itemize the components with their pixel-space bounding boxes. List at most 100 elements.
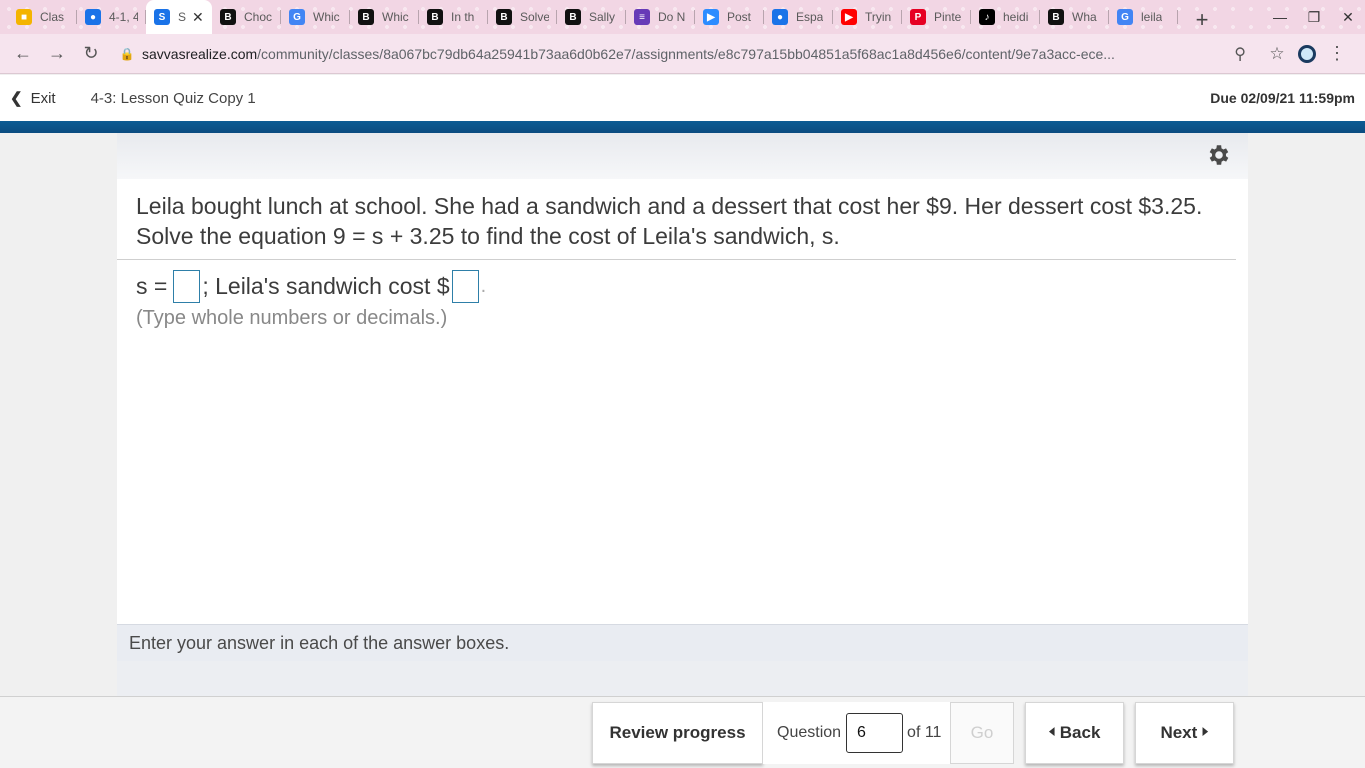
tab-title: heidi: [1003, 10, 1029, 24]
quiz-title: 4-3: Lesson Quiz Copy 1: [90, 89, 256, 107]
browser-tab[interactable]: B Choc: [212, 0, 281, 34]
restore-icon[interactable]: ❐: [1297, 0, 1331, 34]
forward-arrow-icon[interactable]: →: [40, 37, 74, 71]
answer-suffix: .: [480, 274, 487, 297]
url-host: savvasrealize.com: [142, 45, 258, 62]
question-toolstrip: [117, 133, 1248, 179]
tiktok-icon: ♪: [979, 9, 995, 25]
brainly-icon: B: [565, 9, 581, 25]
zoom-icon: ▶: [703, 9, 719, 25]
savvas-icon: S: [154, 9, 170, 25]
question-panel: Leila bought lunch at school. She had a …: [117, 133, 1248, 696]
instruction-bar: Enter your answer in each of the answer …: [117, 624, 1248, 661]
browser-tab[interactable]: P Pinte: [902, 0, 971, 34]
go-button[interactable]: Go: [950, 702, 1014, 764]
extension-icon[interactable]: [1292, 44, 1322, 63]
answer-hint: (Type whole numbers or decimals.): [136, 307, 448, 329]
exit-button[interactable]: ❮ Exit: [10, 89, 56, 108]
tab-title: Choc: [244, 10, 273, 24]
app-header: ❮ Exit 4-3: Lesson Quiz Copy 1 Due 02/09…: [0, 75, 1365, 121]
bookmark-star-icon[interactable]: ☆: [1262, 44, 1292, 64]
lock-icon: 🔒: [119, 46, 135, 61]
classroom-icon: ■: [16, 9, 32, 25]
brainly-icon: B: [427, 9, 443, 25]
google-icon: G: [289, 9, 305, 25]
browser-tab[interactable]: B In th: [419, 0, 488, 34]
exit-label: Exit: [30, 89, 56, 107]
next-button[interactable]: Next 🢒: [1135, 702, 1234, 764]
contacts-icon: ●: [772, 9, 788, 25]
question-number-input[interactable]: [846, 713, 904, 753]
tab-title: Solve: [520, 10, 549, 24]
tab-title: S: [178, 10, 187, 24]
close-tab-icon[interactable]: ✕: [192, 9, 204, 26]
tab-title: 4-1, 4: [109, 10, 138, 24]
tab-title: Pinte: [934, 10, 962, 24]
close-window-icon[interactable]: ✕: [1331, 0, 1365, 34]
arrow-right-icon: 🢒: [1202, 721, 1209, 741]
answer-line: s = ; Leila's sandwich cost $ .: [136, 269, 486, 303]
divider: [117, 259, 1236, 260]
pinterest-icon: P: [910, 9, 926, 25]
back-button[interactable]: 🢐 Back: [1025, 702, 1124, 764]
question-total: of 11: [907, 724, 942, 741]
browser-tab[interactable]: B Whic: [350, 0, 419, 34]
tab-title: Sally: [589, 10, 616, 24]
browser-tab[interactable]: ● Espa: [764, 0, 833, 34]
minimize-icon[interactable]: —: [1263, 0, 1297, 34]
question-text: Leila bought lunch at school. She had a …: [136, 193, 1203, 249]
address-toolbar: ← → ↻ 🔒 savvasrealize.com /community/cla…: [0, 34, 1365, 74]
answer-box-cost[interactable]: [451, 269, 479, 303]
browser-tab-strip: ■ Clas ● 4-1, 4 S S ✕ B Choc G Whic B Whic B In th B Sol…: [0, 0, 1365, 34]
tab-title: Whic: [382, 10, 409, 24]
browser-tab[interactable]: S S ✕: [146, 0, 212, 34]
brainly-icon: B: [358, 9, 374, 25]
answer-prefix: s =: [136, 272, 168, 299]
zoom-icon[interactable]: ⚲: [1234, 44, 1246, 64]
gear-icon[interactable]: [1206, 142, 1232, 168]
tab-title: Clas: [40, 10, 65, 24]
next-label: Next: [1160, 723, 1198, 742]
google-icon: G: [1117, 9, 1133, 25]
tab-title: Post: [727, 10, 752, 24]
question-label: Question: [777, 724, 842, 741]
browser-menu-icon[interactable]: ⋮: [1322, 43, 1352, 64]
tab-title: Whic: [313, 10, 340, 24]
youtube-icon: ▶: [841, 9, 857, 25]
browser-tab[interactable]: ■ Clas: [8, 0, 77, 34]
browser-tab[interactable]: ▶ Tryin: [833, 0, 902, 34]
tab-title: Espa: [796, 10, 824, 24]
chevron-left-icon: ❮: [10, 90, 23, 107]
back-arrow-icon[interactable]: ←: [6, 37, 40, 71]
browser-tab[interactable]: B Sally: [557, 0, 626, 34]
browser-tab[interactable]: ▶ Post: [695, 0, 764, 34]
browser-tab[interactable]: ● 4-1, 4: [77, 0, 146, 34]
question-jump: Question of 11: [763, 702, 950, 764]
tab-list: ■ Clas ● 4-1, 4 S S ✕ B Choc G Whic B Whic B In th B Sol…: [0, 0, 1178, 34]
browser-tab[interactable]: G Whic: [281, 0, 350, 34]
browser-tab[interactable]: ≡ Do N: [626, 0, 695, 34]
brainly-icon: B: [496, 9, 512, 25]
browser-tab[interactable]: Gleila: [1109, 0, 1178, 34]
brainly-icon: B: [220, 9, 236, 25]
browser-tab[interactable]: B Wha: [1040, 0, 1109, 34]
question-navigation: Review progress Question of 11 Go 🢐 Back…: [0, 696, 1365, 768]
review-progress-button[interactable]: Review progress: [592, 702, 763, 764]
due-date: Due 02/09/21 11:59pm: [1210, 90, 1355, 106]
browser-tab[interactable]: ♪ heidi: [971, 0, 1040, 34]
answer-box-s[interactable]: [173, 269, 201, 303]
tab-title: Do N: [658, 10, 686, 24]
reload-icon[interactable]: ↻: [74, 37, 108, 71]
answer-middle: ; Leila's sandwich cost $: [202, 272, 450, 299]
panel-footer-strip: [117, 661, 1248, 696]
brand-bar: [0, 121, 1365, 133]
new-tab-button[interactable]: +: [1188, 6, 1216, 34]
window-controls: — ❐ ✕: [1263, 0, 1365, 34]
tab-title: In th: [451, 10, 475, 24]
contacts-icon: ●: [85, 9, 101, 25]
url-bar[interactable]: 🔒 savvasrealize.com /community/classes/8…: [112, 39, 1262, 69]
instruction-text: Enter your answer in each of the answer …: [129, 632, 510, 653]
tab-title: Wha: [1072, 10, 1097, 24]
browser-tab[interactable]: B Solve: [488, 0, 557, 34]
arrow-left-icon: 🢐: [1048, 721, 1056, 741]
